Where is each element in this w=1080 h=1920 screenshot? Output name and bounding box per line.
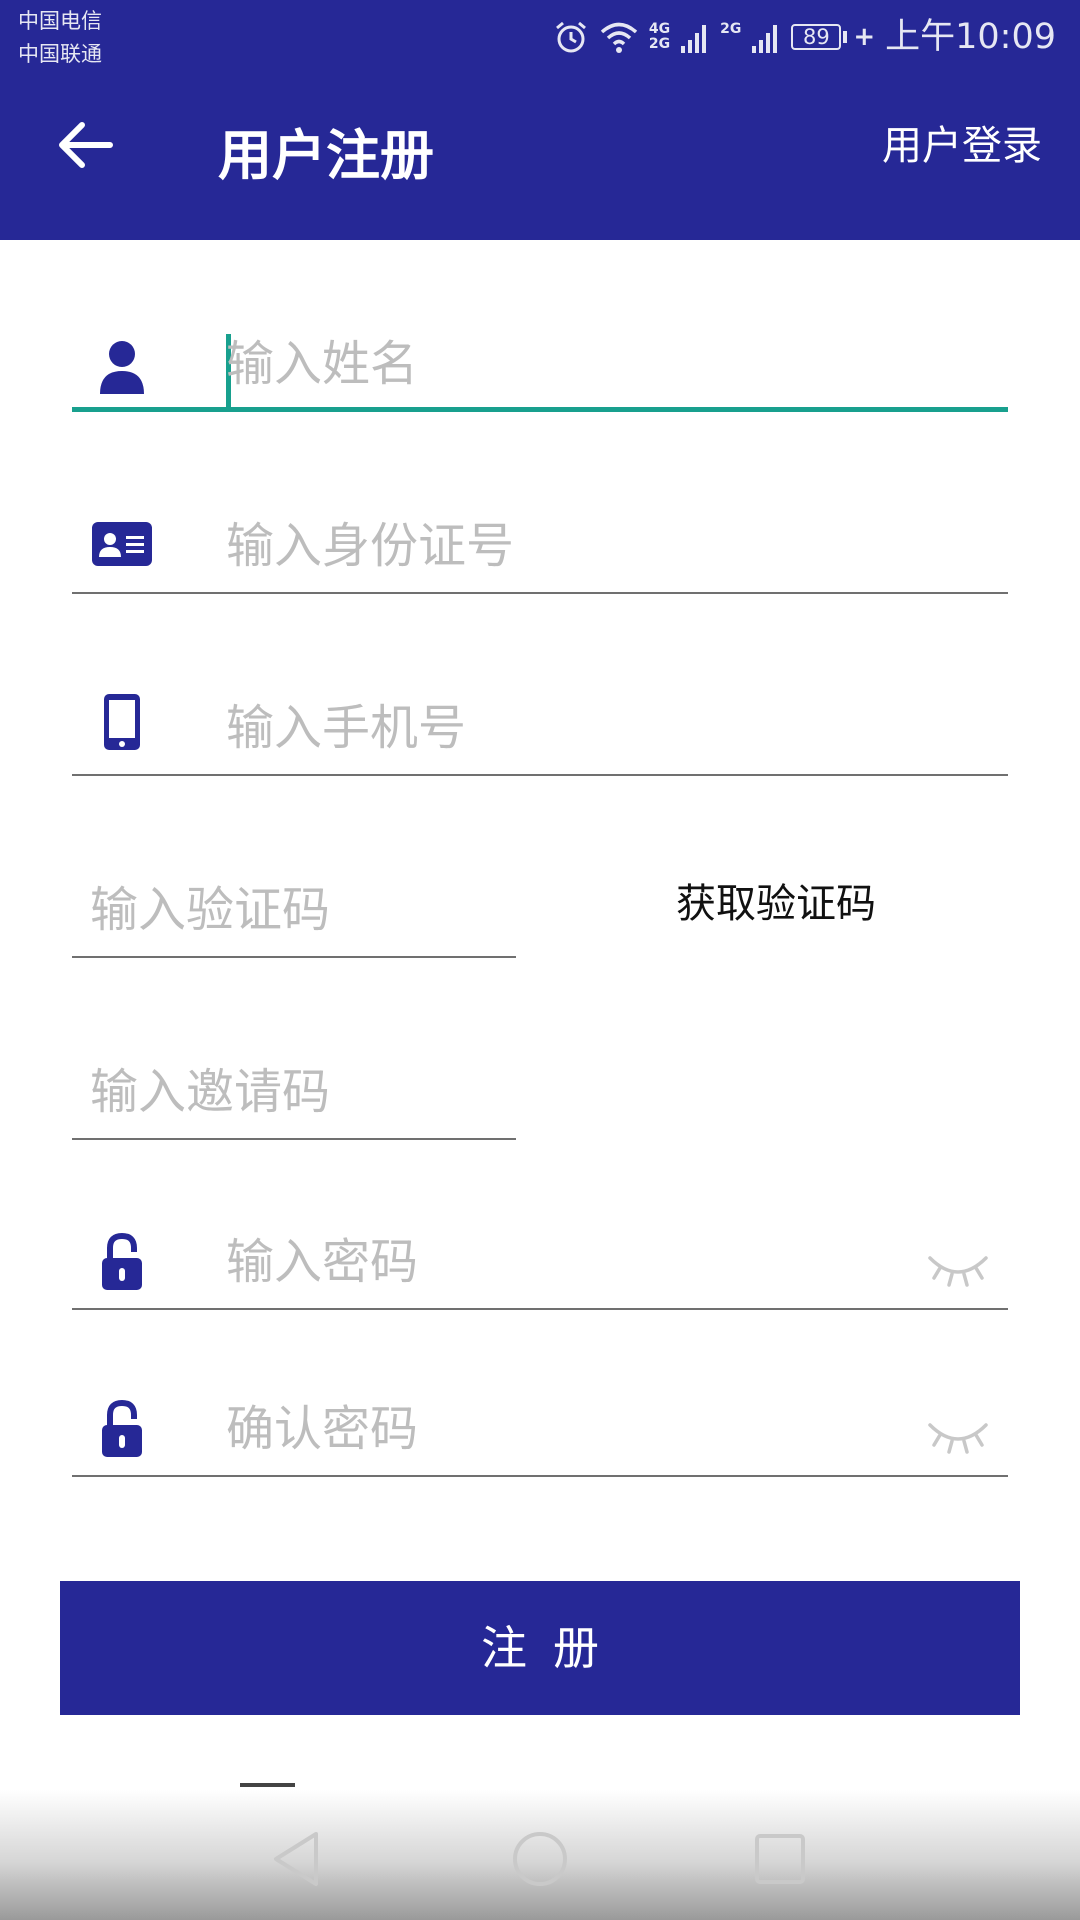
lock-icon (90, 1397, 154, 1461)
status-bar: 中国电信 中国联通 4G 2G 2G 89 + 上午10:09 (0, 0, 1080, 80)
register-button[interactable]: 注册 (60, 1581, 1020, 1715)
name-field (72, 312, 1008, 412)
confirm-password-visibility-toggle[interactable] (926, 1417, 990, 1455)
phone-input[interactable] (226, 698, 946, 758)
id-card-icon (90, 512, 154, 576)
password-field (72, 1210, 1008, 1310)
carrier-2: 中国联通 (18, 42, 102, 66)
invite-code-input[interactable] (90, 1062, 500, 1122)
page-title: 用户注册 (218, 124, 434, 187)
eye-closed-icon (928, 1423, 988, 1454)
back-triangle-icon (274, 1832, 318, 1886)
confirm-password-field (72, 1377, 1008, 1477)
battery-level: 89 (791, 24, 842, 50)
id-number-input[interactable] (226, 516, 946, 576)
confirm-password-input[interactable] (226, 1399, 786, 1459)
sim1-network-label: 4G 2G (648, 21, 671, 52)
signal-icon (751, 20, 781, 54)
carrier-1: 中国电信 (18, 9, 102, 33)
get-code-button[interactable]: 获取验证码 (676, 876, 876, 932)
password-visibility-toggle[interactable] (926, 1250, 990, 1288)
phone-icon (90, 690, 154, 754)
status-icons: 4G 2G 2G 89 + 上午10:09 (543, 14, 1056, 60)
charging-indicator: + (853, 22, 876, 52)
partially-hidden-element (240, 1783, 295, 1787)
login-link[interactable]: 用户登录 (882, 122, 1042, 170)
alarm-icon (553, 19, 589, 55)
signal-icon (680, 20, 710, 54)
name-input[interactable] (226, 334, 946, 394)
phone-field (72, 676, 1008, 776)
battery-icon: 89 + (791, 22, 875, 52)
home-circle-icon (513, 1832, 567, 1886)
back-button[interactable] (50, 110, 120, 180)
sim2-network-label: 2G (720, 21, 742, 37)
nav-home-button[interactable] (507, 1826, 573, 1892)
status-time: 上午10:09 (885, 17, 1056, 57)
wifi-icon (599, 20, 639, 54)
eye-closed-icon (928, 1256, 988, 1287)
system-nav-bar (0, 1790, 1080, 1920)
nav-recents-button[interactable] (747, 1826, 813, 1892)
lock-icon (90, 1230, 154, 1294)
id-number-field (72, 494, 1008, 594)
arrow-left-icon (59, 122, 113, 168)
invite-code-field (72, 1040, 516, 1140)
nav-back-button[interactable] (264, 1826, 330, 1892)
user-icon (90, 332, 154, 396)
verification-code-input[interactable] (90, 880, 500, 940)
password-input[interactable] (226, 1232, 786, 1292)
verification-code-field (72, 858, 516, 958)
recents-square-icon (755, 1834, 805, 1884)
app-header: 中国电信 中国联通 4G 2G 2G 89 + 上午10:09 用户注册 用户登… (0, 0, 1080, 240)
